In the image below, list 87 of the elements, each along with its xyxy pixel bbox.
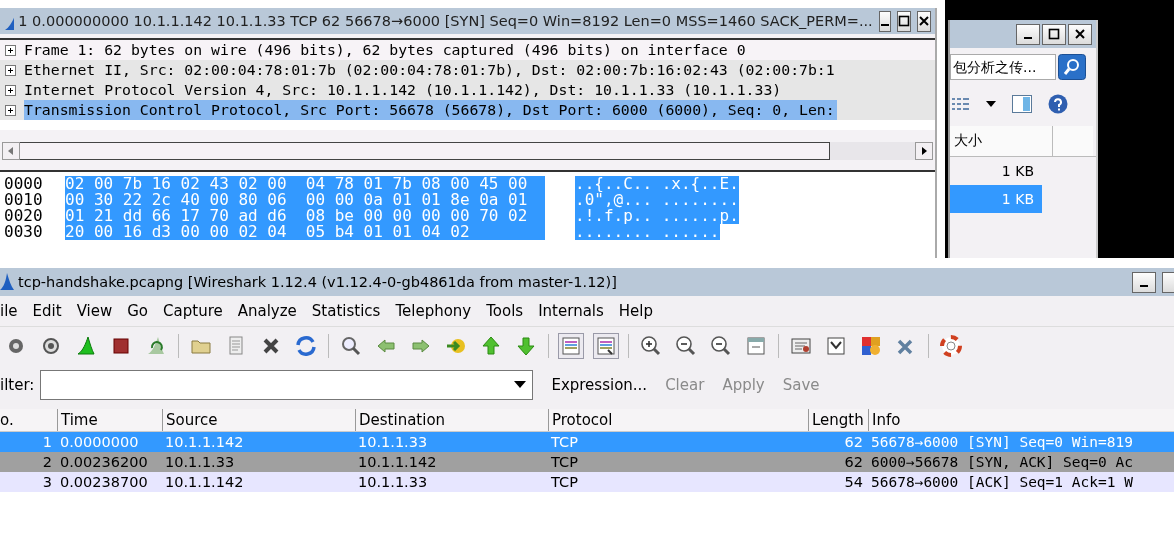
expand-icon[interactable] <box>5 44 16 56</box>
minimize-button[interactable] <box>1016 23 1040 45</box>
window-title: tcp-handshake.pcapng [Wireshark 1.12.4 (v1.12.4-0-gb4861da from master-1.12)] <box>18 274 618 290</box>
column-header[interactable]: Time <box>57 409 162 431</box>
reload-icon[interactable] <box>293 333 319 359</box>
table-cell-text: 56678→6000 [SYN] Seq=0 Win=819 <box>870 434 1134 450</box>
close-button[interactable] <box>917 10 931 32</box>
scrollbar-thumb[interactable] <box>20 142 830 160</box>
table-cell-text: 62 <box>843 434 864 450</box>
colorize-icon[interactable] <box>558 333 584 359</box>
close-button[interactable] <box>1068 23 1092 45</box>
table-cell-text: 10.1.1.142 <box>164 474 245 490</box>
table-cell-text: 10.1.1.142 <box>357 454 438 470</box>
preview-pane-icon[interactable] <box>1012 95 1032 113</box>
expand-icon[interactable] <box>5 64 16 76</box>
search-field[interactable]: 包分析之传... <box>950 54 1056 80</box>
lifebuoy-icon[interactable] <box>938 333 964 359</box>
menu-item[interactable]: Help <box>618 302 653 320</box>
column-header[interactable]: Destination <box>355 409 548 431</box>
tree-item[interactable]: Transmission Control Protocol, Src Port: 56678 (56678), Dst Port: 6000 (6000), Seq: 0, Len: <box>24 100 837 120</box>
column-header[interactable]: Info <box>868 409 1174 431</box>
byte-offset: 0030 <box>3 224 44 240</box>
table-cell-text: 56678→6000 [ACK] Seq=1 Ack=1 W <box>870 474 1134 490</box>
help-icon[interactable] <box>1048 94 1068 114</box>
scroll-right-icon[interactable] <box>915 142 933 160</box>
table-cell-text: 10.1.1.33 <box>357 474 429 490</box>
minimize-icon <box>1024 37 1032 39</box>
close-icon <box>1074 28 1086 40</box>
window-title: 1 0.000000000 10.1.1.142 10.1.1.33 TCP 62 56678→6000 [SYN] Seq=0 Win=8192 Len=0 MSS=1460 SACK_PERM=... <box>18 13 873 29</box>
table-cell-text: 10.1.1.33 <box>357 434 429 450</box>
menu-item[interactable]: Telephony <box>395 302 472 320</box>
table-cell-text: 0.00236200 <box>59 454 149 470</box>
table-cell-text: 2 <box>41 454 53 470</box>
table-cell-text: 10.1.1.33 <box>164 454 236 470</box>
minimize-button[interactable] <box>1132 271 1156 293</box>
expand-icon[interactable] <box>5 104 16 116</box>
minimize-icon <box>880 24 889 26</box>
scroll-left-icon[interactable] <box>2 142 20 160</box>
menu-item[interactable]: Internals <box>538 302 604 320</box>
horizontal-scrollbar[interactable] <box>0 140 935 162</box>
maximize-button[interactable] <box>1042 23 1066 45</box>
table-cell-text: 62 <box>843 454 864 470</box>
caret-icon[interactable] <box>986 101 996 107</box>
table-cell-text: 0.00238700 <box>59 474 149 490</box>
maximize-icon <box>1048 28 1060 40</box>
file-size[interactable]: 1 KB <box>950 157 1042 185</box>
byte-offset: 0010 <box>3 192 44 208</box>
filter-field[interactable] <box>40 370 534 400</box>
table-cell-text: 6000→56678 [SYN, ACK] Seq=0 Ac <box>870 454 1134 470</box>
menu-item[interactable]: Capture <box>163 302 223 320</box>
column-header[interactable]: Length <box>808 409 868 431</box>
search-icon[interactable] <box>1058 54 1086 80</box>
auto-scroll-icon[interactable] <box>593 333 619 359</box>
byte-offset: 0020 <box>3 208 44 224</box>
table-cell-text: TCP <box>550 454 579 470</box>
shark-fin-icon <box>0 273 14 291</box>
column-header[interactable]: Source <box>162 409 355 431</box>
byte-offset: 0000 <box>3 176 44 192</box>
maximize-icon <box>898 15 910 27</box>
minimize-button[interactable] <box>878 10 891 32</box>
filter-action[interactable]: Expression... <box>545 376 654 394</box>
table-cell-text: 54 <box>843 474 864 490</box>
table-cell-text: 3 <box>41 474 53 490</box>
menu-item[interactable]: Tools <box>486 302 524 320</box>
column-header[interactable]: 大小 <box>950 126 1053 156</box>
menu-item[interactable]: Go <box>127 302 149 320</box>
view-list-icon[interactable] <box>952 97 970 111</box>
minimize-icon <box>1140 285 1148 287</box>
table-cell-text: 10.1.1.142 <box>164 434 245 450</box>
table-cell-text: 1 <box>41 434 53 450</box>
packet-row[interactable]: 2 0.00236200 10.1.1.33 10.1.1.142 TCP 62 6000→56678 [SYN, ACK] Seq=0 Ac <box>0 452 1174 472</box>
dropdown-caret-icon[interactable] <box>514 381 527 389</box>
maximize-button[interactable] <box>897 10 911 32</box>
column-header[interactable]: Protocol <box>548 409 808 431</box>
close-icon <box>918 15 930 27</box>
filter-label: ilter: <box>0 376 35 394</box>
column-header[interactable]: o. <box>0 409 57 431</box>
table-cell-text: TCP <box>550 434 579 450</box>
menu-item[interactable]: ile <box>0 302 18 320</box>
menu-item[interactable]: Statistics <box>311 302 381 320</box>
packet-row[interactable]: 3 0.00238700 10.1.1.142 10.1.1.33 TCP 54 56678→6000 [ACK] Seq=1 Ack=1 W <box>0 472 1174 492</box>
table-cell-text: 0.0000000 <box>59 434 140 450</box>
expand-icon[interactable] <box>5 84 16 96</box>
menu-item[interactable]: View <box>76 302 113 320</box>
menu-item[interactable]: Analyze <box>237 302 297 320</box>
table-cell-text: TCP <box>550 474 579 490</box>
menu-item[interactable]: Edit <box>32 302 62 320</box>
